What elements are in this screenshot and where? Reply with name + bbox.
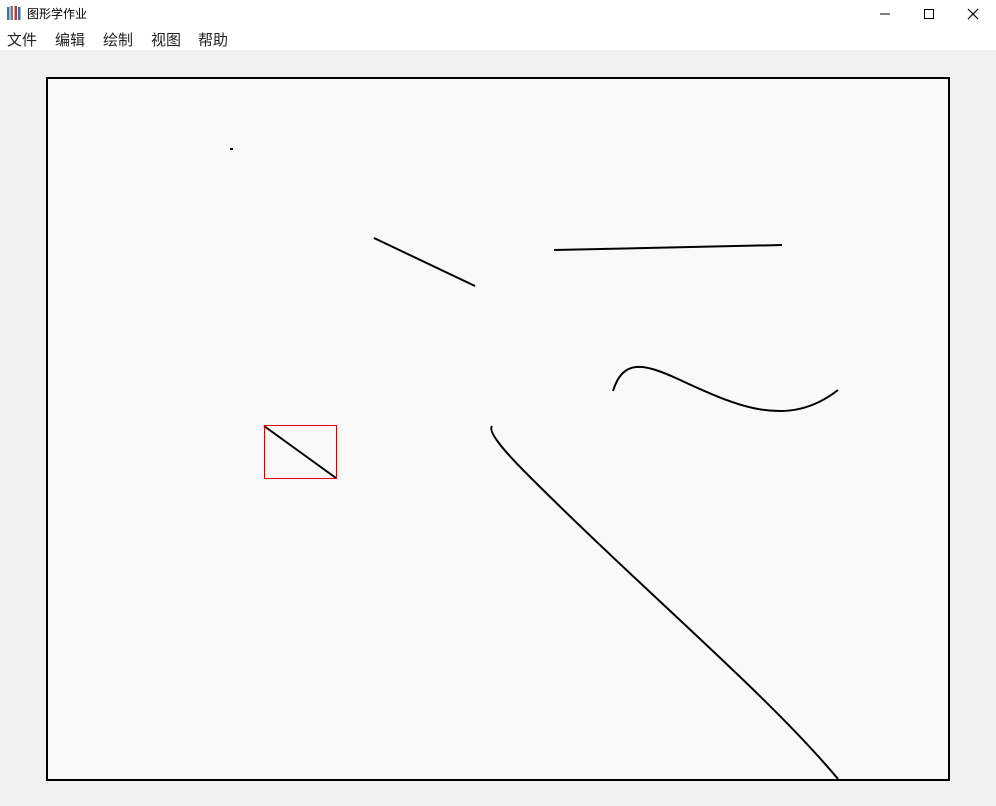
menu-item-draw[interactable]: 绘制 — [103, 31, 133, 49]
drawn-curve-wave[interactable] — [612, 366, 839, 412]
menu-item-edit[interactable]: 编辑 — [55, 31, 85, 49]
menu-item-file[interactable]: 文件 — [7, 31, 37, 49]
drawn-curve-long[interactable] — [490, 425, 839, 779]
minimize-button[interactable] — [862, 0, 908, 28]
minimize-icon — [880, 13, 890, 15]
menu-item-view[interactable]: 视图 — [151, 31, 181, 49]
close-icon — [967, 8, 979, 20]
window-title: 图形学作业 — [27, 7, 88, 21]
app-window: 图形学作业 文件 编辑 绘制 视图 帮助 — [0, 0, 996, 806]
menu-bar: 文件 编辑 绘制 视图 帮助 — [0, 28, 996, 50]
drawing-surface[interactable] — [48, 79, 948, 779]
drawn-line-diagonal[interactable] — [373, 237, 476, 287]
close-button[interactable] — [950, 0, 996, 28]
title-bar[interactable]: 图形学作业 — [0, 0, 996, 28]
drawn-line-horizontal[interactable] — [553, 244, 783, 251]
maximize-icon — [924, 9, 934, 19]
app-books-icon — [7, 6, 21, 20]
maximize-button[interactable] — [906, 0, 952, 28]
drawing-canvas[interactable] — [46, 77, 950, 781]
menu-item-help[interactable]: 帮助 — [198, 31, 228, 49]
selected-line[interactable] — [263, 425, 337, 479]
